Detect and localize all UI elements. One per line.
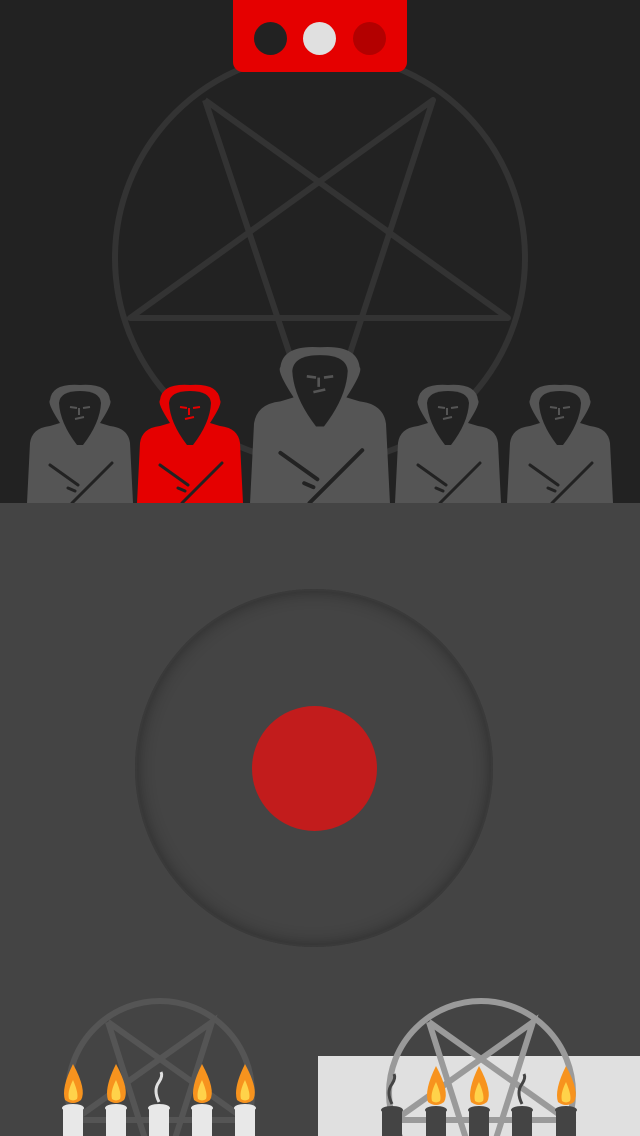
cultist-1 [27,384,133,503]
cultist-4 [395,384,501,503]
cultist-5 [507,384,613,503]
summon-button[interactable] [252,706,377,831]
ritual-dial[interactable] [135,589,493,947]
indicator-dot-3 [353,22,386,55]
light-panel [318,1056,640,1136]
progress-indicator [233,0,407,72]
cultists-group [27,346,613,503]
indicator-dot-2 [303,22,336,55]
ritual-scene [0,0,640,503]
cultist-2 [137,384,243,503]
cultist-3 [250,346,390,503]
indicator-dot-1 [254,22,287,55]
